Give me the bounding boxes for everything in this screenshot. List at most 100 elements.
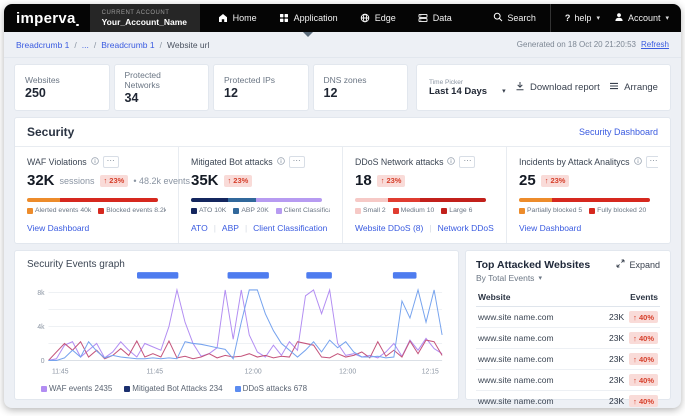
nav-item-label: Edge: [375, 13, 396, 23]
breadcrumb-bar: Breadcrumb 1 / ... / Breadcrumb 1 / Webs…: [4, 32, 681, 58]
legend-swatch: [519, 208, 525, 214]
nav-item-label: Application: [294, 13, 338, 23]
stat-card-protected-networks: Protected Networks 34: [114, 64, 210, 111]
stacked-bar: [355, 198, 486, 202]
events-value: 23K: [609, 375, 624, 385]
account-menu-button[interactable]: Account ▾: [614, 12, 669, 24]
website-cell: www.site name.com: [478, 396, 554, 406]
download-report-button[interactable]: Download report: [515, 81, 600, 94]
help-icon: ?: [565, 13, 571, 23]
table-row: www.site name.com23K↑ 40%: [476, 349, 660, 370]
time-picker[interactable]: Time Picker Last 14 Days ▾: [429, 79, 506, 97]
chart-annotation-bar: [393, 272, 417, 278]
trend-badge: ↑ 40%: [629, 311, 658, 323]
top-attacked-websites-card: Top Attacked Websites By Total Events ▾ …: [465, 250, 671, 400]
card-link[interactable]: Website DDoS (8): [355, 223, 423, 233]
search-button[interactable]: Search: [493, 12, 536, 24]
legend-item: Partially blocked 5: [519, 207, 582, 214]
nav-item-edge[interactable]: Edge: [360, 4, 396, 32]
bar-segment: [552, 198, 650, 202]
info-icon[interactable]: [277, 157, 285, 167]
breadcrumb-ellipsis[interactable]: ...: [82, 40, 89, 50]
waf-violations-card: WAF Violations ··· 32K sessions ↑23% • 4…: [15, 147, 179, 243]
legend-swatch: [98, 208, 104, 214]
arrange-icon: [609, 81, 619, 94]
trend-badge: ↑ 40%: [629, 332, 658, 344]
svg-text:12:00: 12:00: [245, 367, 262, 375]
card-link[interactable]: ABP: [222, 223, 239, 233]
link-separator: |: [245, 223, 247, 233]
nav-item-application[interactable]: Application: [279, 4, 338, 32]
download-icon: [515, 81, 525, 94]
breadcrumb-item[interactable]: Breadcrumb 1: [101, 40, 154, 50]
svg-text:11:45: 11:45: [146, 367, 163, 375]
legend-swatch: [233, 208, 239, 214]
card-menu-button[interactable]: ···: [103, 156, 119, 168]
column-header-website: Website: [478, 292, 510, 302]
time-picker-value: Last 14 Days: [429, 86, 487, 97]
account-menu-label: Account: [628, 13, 661, 23]
table-row: www.site name.com23K↑ 40%: [476, 391, 660, 408]
card-menu-button[interactable]: ···: [459, 156, 475, 168]
app-window: imperva CURRENT ACCOUNT Your_Account_Nam…: [4, 4, 681, 408]
legend-item: ATO 10K: [191, 207, 226, 214]
events-value: 23K: [609, 396, 624, 406]
chevron-down-icon: ▾: [502, 87, 506, 95]
current-account-label: CURRENT ACCOUNT: [102, 10, 188, 16]
link-separator: |: [214, 223, 216, 233]
stat-label: Protected Networks: [125, 70, 199, 90]
arrange-button[interactable]: Arrange: [609, 81, 658, 94]
card-links: View Dashboard: [27, 223, 166, 233]
arrange-label: Arrange: [624, 82, 658, 93]
breadcrumb-item[interactable]: Breadcrumb 1: [16, 40, 69, 50]
nav-item-data[interactable]: Data: [418, 4, 452, 32]
card-menu-button[interactable]: ···: [646, 156, 658, 168]
up-arrow-icon: ↑: [381, 176, 385, 185]
website-cell: www.site name.com: [478, 375, 554, 385]
refresh-link[interactable]: Refresh: [641, 40, 669, 49]
card-title: WAF Violations: [27, 157, 87, 167]
bar-segment: [420, 198, 485, 202]
expand-button[interactable]: Expand: [616, 259, 660, 270]
card-link[interactable]: View Dashboard: [27, 223, 89, 233]
legend-item: Fully blocked 20: [589, 207, 646, 214]
card-title: Mitigated Bot attacks: [191, 157, 273, 167]
breadcrumb-separator: /: [74, 40, 76, 50]
chart-annotation-bar: [228, 272, 269, 278]
svg-text:8k: 8k: [37, 289, 45, 297]
info-icon[interactable]: [447, 157, 455, 167]
imperva-logo[interactable]: imperva: [4, 4, 90, 32]
table-body: www.site name.com23K↑ 40%www.site name.c…: [476, 307, 660, 408]
card-value: 35K: [191, 172, 219, 189]
events-value: 23K: [609, 354, 624, 364]
chevron-down-icon: ▾: [665, 14, 669, 22]
info-icon[interactable]: [634, 157, 642, 167]
card-link[interactable]: View Dashboard: [519, 223, 581, 233]
card-link[interactable]: Network DDoS (10): [438, 223, 494, 233]
stat-value: 12: [324, 86, 398, 100]
up-arrow-icon: ↑: [545, 176, 549, 185]
legend-swatch: [41, 386, 47, 392]
legend-item: Small 2: [355, 207, 386, 214]
security-dashboard-link[interactable]: Security Dashboard: [579, 127, 658, 137]
stat-card-protected-ips: Protected IPs 12: [213, 64, 309, 111]
card-link[interactable]: Client Classification: [253, 223, 327, 233]
breadcrumb-current: Website url: [167, 40, 209, 50]
stat-label: DNS zones: [324, 75, 398, 85]
edge-icon: [360, 13, 370, 23]
help-menu-button[interactable]: ? help ▾: [565, 13, 600, 23]
website-cell: www.site name.com: [478, 312, 554, 322]
legend-swatch: [276, 208, 282, 214]
breadcrumb-separator: /: [94, 40, 96, 50]
card-link[interactable]: ATO: [191, 223, 208, 233]
sort-by-dropdown[interactable]: By Total Events ▾: [476, 273, 590, 283]
current-account-selector[interactable]: CURRENT ACCOUNT Your_Account_Name: [90, 4, 200, 32]
stat-label: Websites: [25, 75, 99, 85]
bar-segment: [191, 198, 228, 202]
card-menu-button[interactable]: ···: [289, 156, 305, 168]
nav-item-home[interactable]: Home: [218, 4, 257, 32]
legend-item: Large 6: [441, 207, 472, 214]
info-icon[interactable]: [91, 157, 99, 167]
legend-item: Alerted events 40k: [27, 207, 91, 214]
expand-label: Expand: [629, 260, 660, 270]
